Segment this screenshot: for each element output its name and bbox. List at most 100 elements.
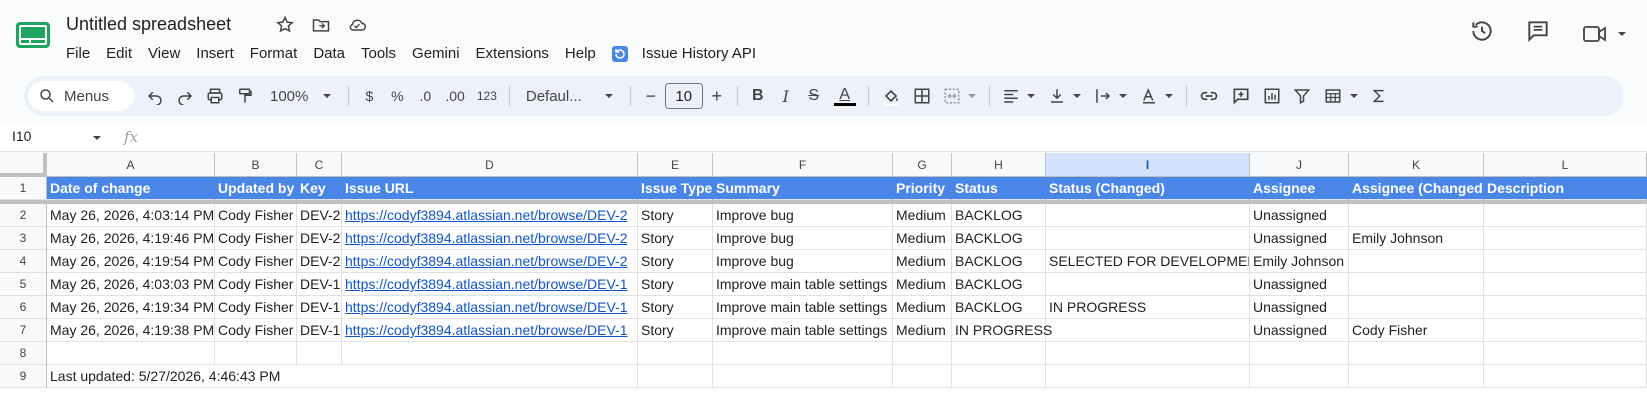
table-cell[interactable] bbox=[1046, 227, 1250, 250]
table-cell[interactable]: Story bbox=[638, 296, 713, 319]
functions-icon[interactable] bbox=[1365, 81, 1393, 111]
column-header-k[interactable]: K bbox=[1349, 153, 1484, 177]
menu-tools[interactable]: Tools bbox=[353, 44, 404, 64]
insert-link-icon[interactable] bbox=[1193, 81, 1225, 111]
table-cell[interactable]: Emily Johnson bbox=[1349, 227, 1484, 250]
table-cell[interactable]: Improve bug bbox=[713, 227, 893, 250]
table-cell[interactable]: BACKLOG bbox=[952, 227, 1046, 250]
row-header-8[interactable]: 8 bbox=[0, 342, 47, 365]
table-cell[interactable] bbox=[713, 365, 893, 388]
table-cell[interactable] bbox=[1484, 227, 1647, 250]
menu-gemini[interactable]: Gemini bbox=[404, 44, 468, 64]
table-cell[interactable] bbox=[893, 365, 952, 388]
text-wrapping-icon[interactable] bbox=[1088, 81, 1134, 111]
table-cell[interactable]: DEV-2 bbox=[297, 204, 342, 227]
table-cell[interactable]: Unassigned bbox=[1250, 204, 1349, 227]
table-cell[interactable]: Cody Fisher bbox=[215, 227, 297, 250]
row-header-3[interactable]: 3 bbox=[0, 227, 47, 250]
table-cell[interactable] bbox=[638, 342, 713, 365]
column-header-d[interactable]: D bbox=[342, 153, 638, 177]
meet-icon[interactable] bbox=[1581, 22, 1627, 46]
issue-link[interactable]: https://codyf3894.atlassian.net/browse/D… bbox=[345, 230, 628, 246]
insert-chart-icon[interactable] bbox=[1257, 81, 1287, 111]
table-cell[interactable]: Cody Fisher bbox=[215, 296, 297, 319]
paint-format-icon[interactable] bbox=[230, 81, 260, 111]
table-cell[interactable]: Story bbox=[638, 273, 713, 296]
menu-issue-history-api[interactable]: Issue History API bbox=[604, 44, 772, 64]
column-header-l[interactable]: L bbox=[1484, 153, 1647, 177]
column-header-h[interactable]: H bbox=[952, 153, 1046, 177]
table-cell[interactable] bbox=[1349, 296, 1484, 319]
menu-view[interactable]: View bbox=[140, 44, 188, 64]
strikethrough-button[interactable]: S bbox=[800, 81, 828, 111]
issue-link[interactable]: https://codyf3894.atlassian.net/browse/D… bbox=[345, 253, 628, 269]
table-cell[interactable]: Medium bbox=[893, 273, 952, 296]
table-cell[interactable]: Unassigned bbox=[1250, 319, 1349, 342]
table-cell[interactable]: Improve main table settings bbox=[713, 296, 893, 319]
table-cell[interactable] bbox=[1484, 365, 1647, 388]
issue-url-cell[interactable]: https://codyf3894.atlassian.net/browse/D… bbox=[342, 319, 638, 342]
table-cell[interactable]: Cody Fisher bbox=[215, 273, 297, 296]
borders-icon[interactable] bbox=[907, 81, 937, 111]
table-cell[interactable] bbox=[1484, 273, 1647, 296]
table-cell[interactable] bbox=[952, 342, 1046, 365]
search-menus-button[interactable]: Menus bbox=[28, 81, 134, 111]
star-icon[interactable] bbox=[274, 14, 296, 36]
column-header-b[interactable]: B bbox=[215, 153, 297, 177]
column-header-a[interactable]: A bbox=[47, 153, 215, 177]
number-format-button[interactable]: 123 bbox=[471, 81, 503, 111]
menu-data[interactable]: Data bbox=[305, 44, 353, 64]
table-cell[interactable] bbox=[297, 365, 342, 388]
table-cell[interactable]: Improve main table settings bbox=[713, 273, 893, 296]
table-cell[interactable] bbox=[1349, 204, 1484, 227]
sheets-logo-icon[interactable] bbox=[16, 20, 50, 50]
menu-edit[interactable]: Edit bbox=[98, 44, 140, 64]
decrease-decimal-button[interactable]: .0 bbox=[411, 81, 439, 111]
column-header-g[interactable]: G bbox=[893, 153, 952, 177]
version-history-icon[interactable] bbox=[1469, 18, 1495, 49]
table-cell[interactable]: DEV-1 bbox=[297, 273, 342, 296]
table-cell[interactable]: Cody Fisher bbox=[215, 319, 297, 342]
table-cell[interactable] bbox=[1046, 365, 1250, 388]
issue-link[interactable]: https://codyf3894.atlassian.net/browse/D… bbox=[345, 322, 628, 338]
spreadsheet-grid[interactable]: A B C D E F G H I J K L 1 2 3 4 5 6 7 8 9 Date of change Updat… bbox=[0, 153, 1647, 407]
menu-help[interactable]: Help bbox=[557, 44, 604, 64]
issue-url-cell[interactable]: https://codyf3894.atlassian.net/browse/D… bbox=[342, 296, 638, 319]
table-cell[interactable]: BACKLOG bbox=[952, 204, 1046, 227]
table-cell[interactable] bbox=[1484, 342, 1647, 365]
table-cell[interactable]: Medium bbox=[893, 204, 952, 227]
table-cell[interactable] bbox=[1046, 273, 1250, 296]
zoom-select[interactable]: 100% bbox=[260, 81, 342, 111]
undo-icon[interactable] bbox=[140, 81, 170, 111]
percent-button[interactable]: % bbox=[383, 81, 411, 111]
table-cell[interactable] bbox=[1046, 342, 1250, 365]
table-cell[interactable]: Last updated: 5/27/2026, 4:46:43 PM bbox=[47, 365, 280, 388]
table-cell[interactable] bbox=[1250, 342, 1349, 365]
table-cell[interactable]: IN PROGRESS bbox=[952, 319, 1052, 342]
row-header-9[interactable]: 9 bbox=[0, 365, 47, 388]
menu-format[interactable]: Format bbox=[242, 44, 306, 64]
table-cell[interactable] bbox=[342, 365, 638, 388]
row-header-2[interactable]: 2 bbox=[0, 204, 47, 227]
issue-link[interactable]: https://codyf3894.atlassian.net/browse/D… bbox=[345, 299, 628, 315]
table-cell[interactable]: DEV-2 bbox=[297, 250, 342, 273]
table-cell[interactable]: Emily Johnson bbox=[1250, 250, 1349, 273]
issue-url-cell[interactable]: https://codyf3894.atlassian.net/browse/D… bbox=[342, 227, 638, 250]
select-all-corner[interactable] bbox=[0, 153, 47, 177]
table-cell[interactable] bbox=[1250, 365, 1349, 388]
row-header-7[interactable]: 7 bbox=[0, 319, 47, 342]
table-cell[interactable] bbox=[1046, 319, 1250, 342]
table-cell[interactable]: Medium bbox=[893, 319, 952, 342]
filter-icon[interactable] bbox=[1287, 81, 1317, 111]
row-header-5[interactable]: 5 bbox=[0, 273, 47, 296]
move-folder-icon[interactable] bbox=[310, 14, 332, 36]
table-cell[interactable]: May 26, 2026, 4:03:14 PM bbox=[47, 204, 215, 227]
issue-url-cell[interactable]: https://codyf3894.atlassian.net/browse/D… bbox=[342, 250, 638, 273]
table-cell[interactable]: May 26, 2026, 4:03:03 PM bbox=[47, 273, 215, 296]
table-cell[interactable]: Medium bbox=[893, 250, 952, 273]
increase-decimal-button[interactable]: .00 bbox=[439, 81, 470, 111]
font-size-input[interactable]: 10 bbox=[664, 83, 703, 109]
table-cell[interactable]: BACKLOG bbox=[952, 250, 1046, 273]
increase-font-size-button[interactable]: + bbox=[703, 81, 731, 111]
table-cell[interactable] bbox=[47, 342, 215, 365]
